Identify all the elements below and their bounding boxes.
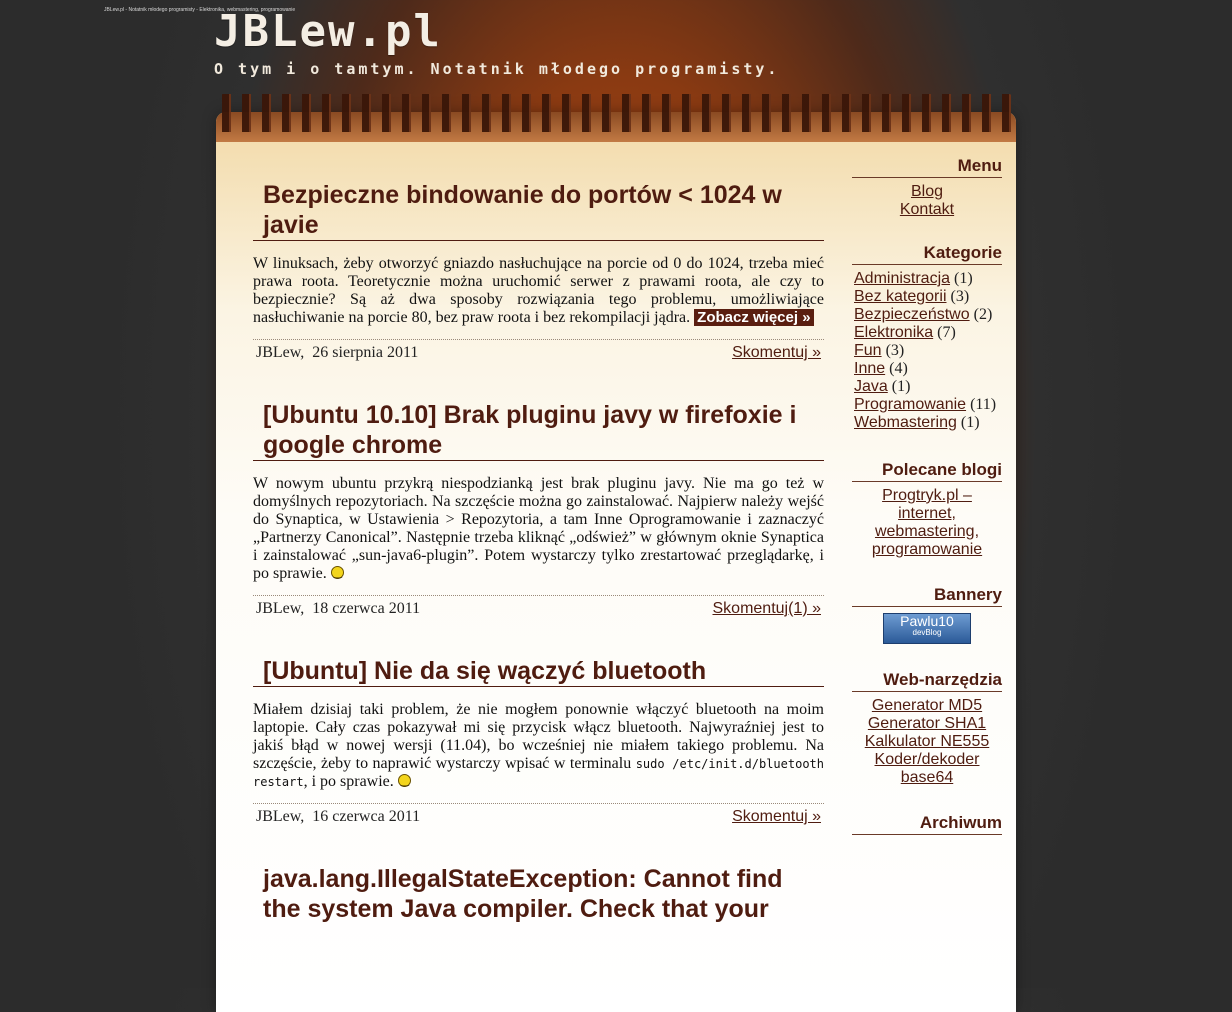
widget-title-categories: Kategorie xyxy=(852,243,1002,265)
comment-link[interactable]: Skomentuj(1) » xyxy=(713,600,822,618)
category-link[interactable]: Bezpieczeństwo xyxy=(854,306,970,323)
category-link[interactable]: Bez kategorii xyxy=(854,288,947,305)
category-count: (1) xyxy=(954,270,973,287)
post-byline: JBLew, 26 sierpnia 2011 xyxy=(256,344,418,362)
read-more-link[interactable]: Zobacz więcej » xyxy=(694,309,814,326)
menu-list: Blog Kontakt xyxy=(852,183,1002,219)
category-link[interactable]: Inne xyxy=(854,360,885,377)
category-count: (3) xyxy=(950,288,970,305)
widget-title-banners: Bannery xyxy=(852,585,1002,607)
category-item: Java (1) xyxy=(854,378,1002,396)
post-meta: JBLew, 26 sierpnia 2011 Skomentuj » xyxy=(253,339,824,362)
post: [Ubuntu 10.10] Brak pluginu javy w firef… xyxy=(253,400,824,618)
category-link[interactable]: Programowanie xyxy=(854,396,966,413)
post: Bezpieczne bindowanie do portów < 1024 w… xyxy=(253,180,824,362)
category-count: (1) xyxy=(891,378,911,395)
post-author: JBLew, xyxy=(256,808,305,825)
banner-title: Pawlu10 xyxy=(900,613,954,629)
post-byline: JBLew, 18 czerwca 2011 xyxy=(256,600,420,618)
blogroll: Progtryk.pl – internet, webmastering, pr… xyxy=(852,487,1002,559)
post-meta: JBLew, 16 czerwca 2011 Skomentuj » xyxy=(253,803,824,826)
comment-link[interactable]: Skomentuj » xyxy=(732,808,821,826)
post-title[interactable]: Bezpieczne bindowanie do portów < 1024 w… xyxy=(263,180,824,240)
widget-title-menu: Menu xyxy=(852,156,1002,178)
menu-item-blog[interactable]: Blog xyxy=(911,183,943,200)
smiley-icon xyxy=(330,565,344,583)
post-author: JBLew, xyxy=(256,344,305,361)
category-item: Fun (3) xyxy=(854,342,1002,360)
category-item: Administracja (1) xyxy=(854,270,1002,288)
category-link[interactable]: Java xyxy=(854,378,888,395)
category-item: Webmastering (1) xyxy=(854,414,1002,432)
category-count: (11) xyxy=(970,396,997,413)
blogroll-link[interactable]: Progtryk.pl – internet, webmastering, pr… xyxy=(872,487,982,558)
category-count: (1) xyxy=(960,414,980,431)
tool-link-base64[interactable]: Koder/dekoder base64 xyxy=(875,751,980,786)
tool-link-sha1[interactable]: Generator SHA1 xyxy=(868,715,986,732)
widget-title-blogs: Polecane blogi xyxy=(852,460,1002,482)
category-count: (7) xyxy=(937,324,956,341)
post-byline: JBLew, 16 czerwca 2011 xyxy=(256,808,420,826)
category-item: Programowanie (11) xyxy=(854,396,1002,414)
post-title[interactable]: java.lang.IllegalStateException: Cannot … xyxy=(263,864,824,924)
title-divider xyxy=(253,240,824,241)
category-count: (4) xyxy=(889,360,908,377)
category-item: Bezpieczeństwo (2) xyxy=(854,306,1002,324)
post-date: 26 sierpnia 2011 xyxy=(312,344,419,361)
sidebar: Menu Blog Kontakt Kategorie Administracj… xyxy=(852,150,1002,835)
post-body: Miałem dzisiaj taki problem, że nie mogł… xyxy=(253,701,824,791)
post-date: 16 czerwca 2011 xyxy=(312,808,421,825)
post: java.lang.IllegalStateException: Cannot … xyxy=(253,864,824,924)
category-link[interactable]: Administracja xyxy=(854,270,950,287)
post-body: W linuksach, żeby otworzyć gniazdo nasłu… xyxy=(253,255,824,327)
pawlu10-banner[interactable]: Pawlu10 devBlog xyxy=(883,613,971,644)
widget-title-archive: Archiwum xyxy=(852,813,1002,835)
category-item: Bez kategorii (3) xyxy=(854,288,1002,306)
tools-list: Generator MD5 Generator SHA1 Kalkulator … xyxy=(852,697,1002,787)
comment-link[interactable]: Skomentuj » xyxy=(732,344,821,362)
category-count: (3) xyxy=(885,342,905,359)
category-link[interactable]: Fun xyxy=(854,342,882,359)
smiley-icon xyxy=(397,773,411,791)
category-count: (2) xyxy=(973,306,993,323)
widget-title-tools: Web-narzędzia xyxy=(852,670,1002,692)
post-author: JBLew, xyxy=(256,600,305,617)
category-link[interactable]: Webmastering xyxy=(854,414,957,431)
post-title[interactable]: [Ubuntu 10.10] Brak pluginu javy w firef… xyxy=(263,400,824,460)
notebook-spiral-rings xyxy=(216,94,1016,132)
tool-link-ne555[interactable]: Kalkulator NE555 xyxy=(865,733,990,750)
category-item: Inne (4) xyxy=(854,360,1002,378)
post-date: 18 czerwca 2011 xyxy=(312,600,421,617)
post-body: W nowym ubuntu przykrą niespodzianką jes… xyxy=(253,475,824,583)
menu-item-kontakt[interactable]: Kontakt xyxy=(900,201,954,218)
post-meta: JBLew, 18 czerwca 2011 Skomentuj(1) » xyxy=(253,595,824,618)
posts-column: Bezpieczne bindowanie do portów < 1024 w… xyxy=(253,150,824,924)
post: [Ubuntu] Nie da się wączyć bluetooth Mia… xyxy=(253,656,824,826)
post-text-end: , i po sprawie. xyxy=(303,773,394,790)
banner-subtitle: devBlog xyxy=(912,628,942,637)
title-divider xyxy=(253,686,824,687)
category-link[interactable]: Elektronika xyxy=(854,324,933,341)
site-tagline: O tym i o tamtym. Notatnik młodego progr… xyxy=(214,60,780,78)
title-divider xyxy=(253,460,824,461)
site-logo[interactable]: JBLew.pl xyxy=(214,6,442,57)
category-item: Elektronika (7) xyxy=(854,324,1002,342)
category-list: Administracja (1) Bez kategorii (3) Bezp… xyxy=(854,270,1002,432)
tool-link-md5[interactable]: Generator MD5 xyxy=(872,697,982,714)
post-title[interactable]: [Ubuntu] Nie da się wączyć bluetooth xyxy=(263,656,824,686)
